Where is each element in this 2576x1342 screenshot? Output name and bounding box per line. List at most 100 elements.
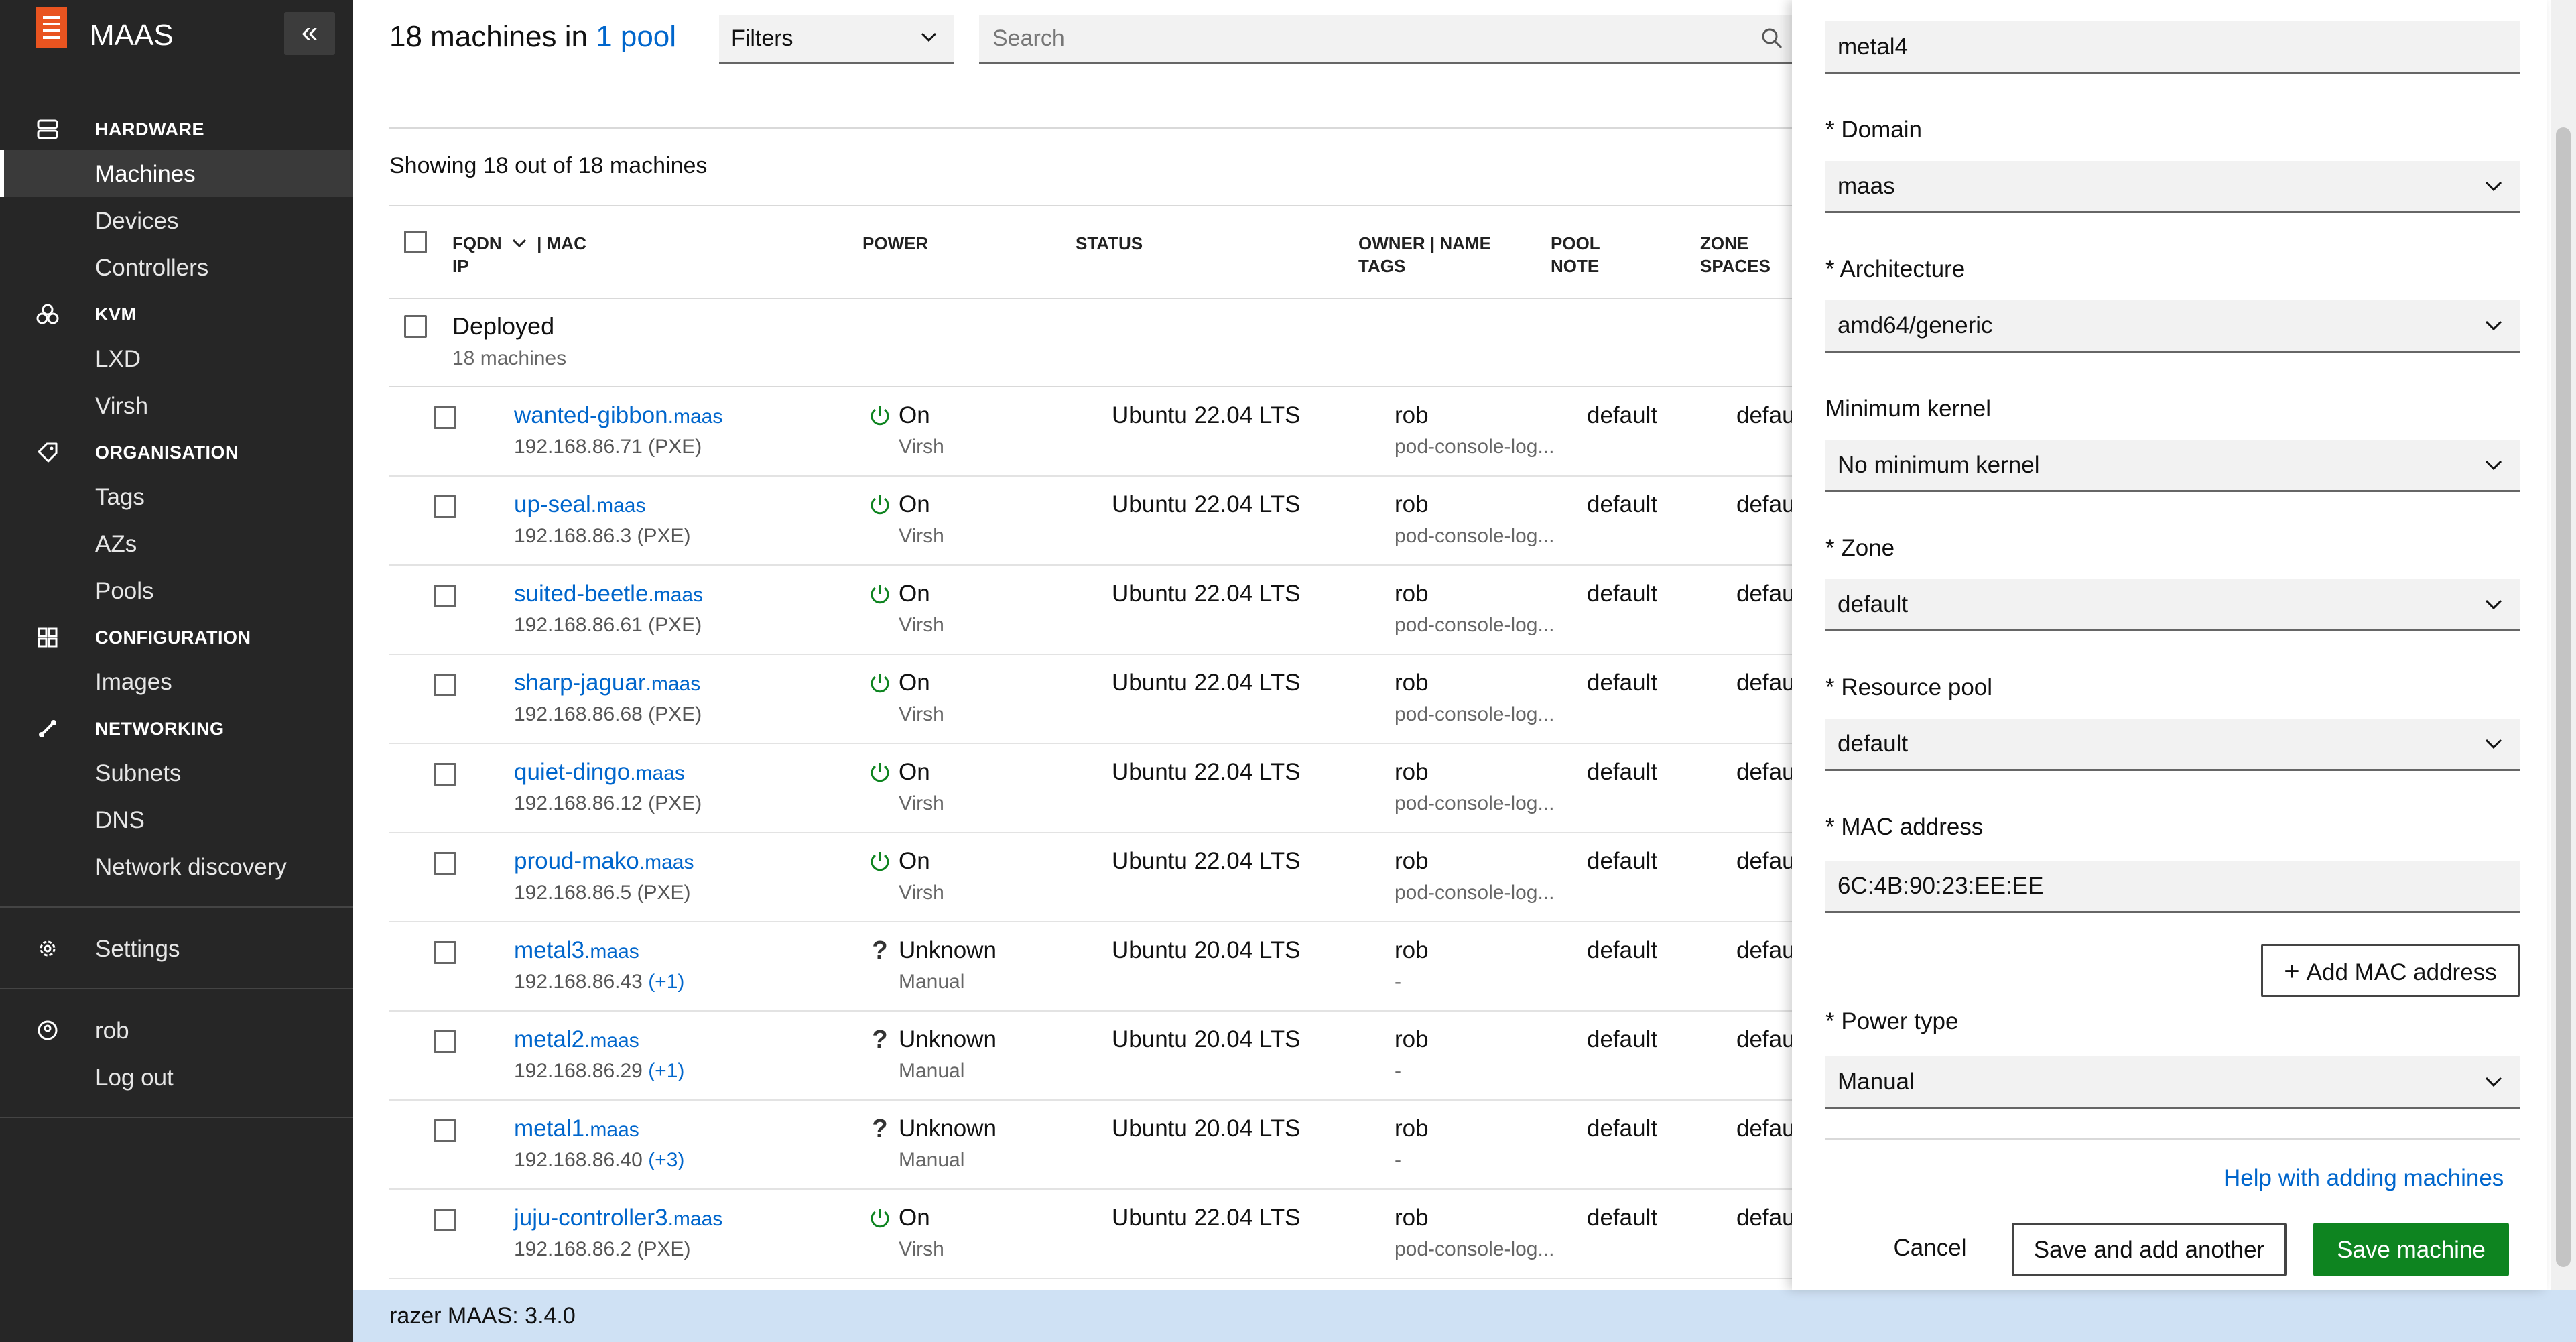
sidebar-item-azs[interactable]: AZs [95,531,137,558]
note-header[interactable]: NOTE [1551,256,1599,276]
power-state[interactable]: On [899,402,930,429]
machine-domain[interactable]: .maas [591,495,646,517]
table-row[interactable]: up-seal.maas 192.168.86.3 (PXE) On Virsh Ubu… [389,477,1810,566]
power-state[interactable]: On [899,759,930,786]
resource-pool-select[interactable]: default [1825,719,2520,771]
table-row[interactable]: metal2.maas 192.168.86.29 (+1)? Unknown Man… [389,1012,1810,1101]
column-pool[interactable]: POOL NOTE [1551,232,1600,278]
select-all-checkbox[interactable] [404,231,427,253]
domain-select[interactable]: maas [1825,161,2520,213]
machine-domain[interactable]: .maas [648,584,703,606]
machine-name[interactable]: up-seal [514,491,591,517]
search-icon[interactable] [1760,27,1783,50]
mac-address-field[interactable]: 6C:4B:90:23:EE:EE [1825,861,2520,913]
maas-logo-icon[interactable] [36,7,67,48]
cancel-button[interactable]: Cancel [1876,1223,1984,1276]
machine-pool[interactable]: default [1587,848,1657,875]
filters-dropdown[interactable]: Filters [719,15,954,64]
sidebar-item-virsh[interactable]: Virsh [95,393,148,420]
tags-header[interactable]: TAGS [1358,256,1405,276]
machine-name[interactable]: proud-mako [514,848,639,874]
table-row[interactable]: proud-mako.maas 192.168.86.5 (PXE) On Virsh… [389,833,1810,922]
machine-fqdn-link[interactable]: sharp-jaguar.maas [514,670,700,696]
row-checkbox[interactable] [434,1030,456,1053]
sidebar-item-lxd[interactable]: LXD [95,346,141,373]
row-checkbox[interactable] [434,674,456,696]
save-and-add-another-button[interactable]: Save and add another [2012,1223,2287,1276]
panel-scrollbar[interactable] [2551,0,2576,1290]
zone-header[interactable]: ZONE [1700,233,1748,253]
power-state[interactable]: On [899,1205,930,1231]
machine-fqdn-link[interactable]: wanted-gibbon.maas [514,402,722,429]
machine-domain[interactable]: .maas [584,1119,639,1141]
power-state[interactable]: Unknown [899,1026,996,1053]
machine-domain[interactable]: .maas [639,851,694,873]
machine-fqdn-link[interactable]: up-seal.maas [514,491,646,518]
row-checkbox[interactable] [434,406,456,429]
machine-fqdn-link[interactable]: quiet-dingo.maas [514,759,685,786]
row-checkbox[interactable] [434,585,456,607]
machine-pool[interactable]: default [1587,670,1657,696]
machine-fqdn-link[interactable]: metal3.maas [514,937,639,964]
column-fqdn[interactable]: FQDN | MAC IP [452,232,586,278]
sidebar-item-settings[interactable]: Settings [95,936,180,963]
machine-pool[interactable]: default [1587,1026,1657,1053]
architecture-select[interactable]: amd64/generic [1825,300,2520,353]
power-state[interactable]: Unknown [899,937,996,964]
sidebar-item-machines[interactable]: Machines [95,161,196,188]
brand-name[interactable]: MAAS [90,19,174,52]
power-type-select[interactable]: Manual [1825,1056,2520,1109]
pool-link[interactable]: 1 pool [596,20,676,53]
machine-fqdn-link[interactable]: proud-mako.maas [514,848,694,875]
add-mac-address-button[interactable]: + Add MAC address [2261,944,2520,997]
machine-name[interactable]: metal2 [514,1026,584,1052]
machine-name[interactable]: suited-beetle [514,581,648,607]
column-owner[interactable]: OWNER | NAME TAGS [1358,232,1491,278]
machine-pool[interactable]: default [1587,402,1657,429]
power-state[interactable]: On [899,848,930,875]
column-zone[interactable]: ZONE SPACES [1700,232,1770,278]
power-state[interactable]: Unknown [899,1115,996,1142]
sidebar-item-devices[interactable]: Devices [95,208,178,235]
machine-fqdn-link[interactable]: metal1.maas [514,1115,639,1142]
row-checkbox[interactable] [434,941,456,964]
machine-name[interactable]: quiet-dingo [514,759,630,785]
machine-name[interactable]: sharp-jaguar [514,670,646,696]
machine-pool[interactable]: default [1587,1115,1657,1142]
machine-domain[interactable]: .maas [584,940,639,963]
zone-select[interactable]: default [1825,579,2520,631]
mac-header[interactable]: | MAC [537,233,586,253]
help-adding-machines-link[interactable]: Help with adding machines [2224,1165,2504,1192]
sidebar-item-pools[interactable]: Pools [95,578,154,605]
table-row[interactable]: quiet-dingo.maas 192.168.86.12 (PXE) On Vir… [389,744,1810,833]
chevron-down-icon[interactable] [511,237,528,249]
owner-header[interactable]: OWNER | NAME [1358,233,1491,253]
column-power[interactable]: POWER [862,232,928,255]
pool-header[interactable]: POOL [1551,233,1600,253]
table-row[interactable]: metal3.maas 192.168.86.43 (+1)? Unknown Man… [389,922,1810,1012]
row-checkbox[interactable] [434,763,456,786]
sidebar-item-images[interactable]: Images [95,669,172,696]
table-row[interactable]: sharp-jaguar.maas 192.168.86.68 (PXE) On Vi… [389,655,1810,744]
collapse-sidebar-icon[interactable]: « [284,12,335,55]
machine-name[interactable]: metal3 [514,937,584,963]
ip-header[interactable]: IP [452,256,469,276]
machine-domain[interactable]: .maas [584,1030,639,1052]
power-state[interactable]: On [899,670,930,696]
group-checkbox[interactable] [404,315,427,338]
row-checkbox[interactable] [434,1119,456,1142]
scrollbar-thumb[interactable] [2556,127,2571,1267]
sidebar-item-dns[interactable]: DNS [95,807,145,834]
sidebar-item-logout[interactable]: Log out [95,1064,174,1091]
sidebar-item-tags[interactable]: Tags [95,484,145,511]
machine-domain[interactable]: .maas [630,762,685,784]
machine-name[interactable]: metal1 [514,1115,584,1142]
power-state[interactable]: On [899,491,930,518]
machine-fqdn-link[interactable]: metal2.maas [514,1026,639,1053]
sidebar-item-controllers[interactable]: Controllers [95,255,208,282]
machine-pool[interactable]: default [1587,491,1657,518]
machine-fqdn-link[interactable]: suited-beetle.maas [514,581,703,607]
fqdn-header[interactable]: FQDN [452,233,502,253]
row-checkbox[interactable] [434,495,456,518]
search-input[interactable]: Search [979,15,1810,64]
